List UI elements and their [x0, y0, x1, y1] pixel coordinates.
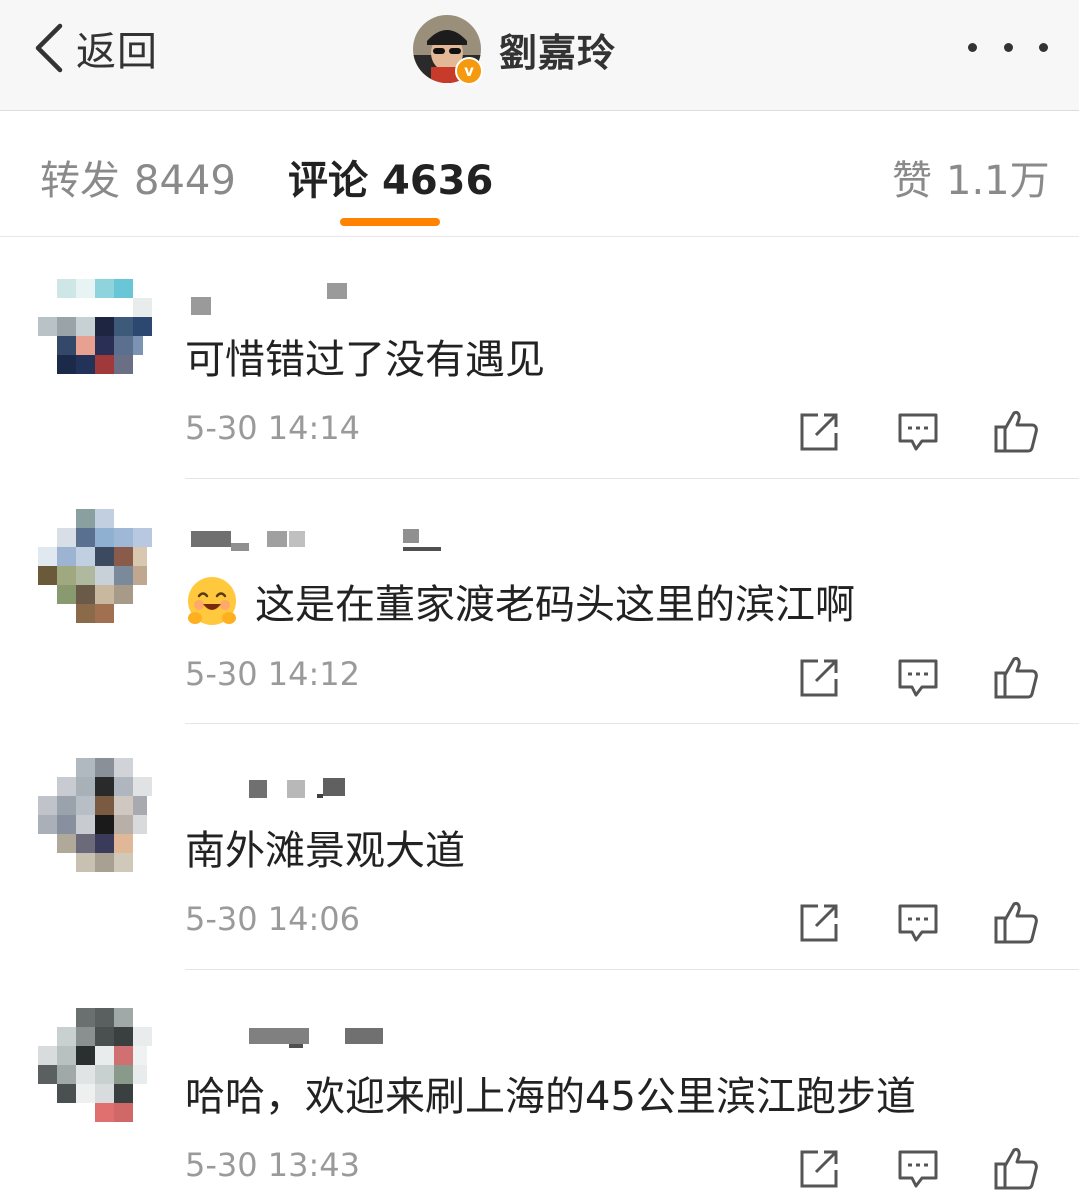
smiling-hug-emoji [188, 577, 236, 625]
like-button[interactable] [992, 407, 1040, 455]
profile-header[interactable]: v 劉嘉玲 [413, 14, 616, 85]
top-nav-bar: 返回 v 劉嘉玲 [0, 0, 1079, 111]
tab-comment-count: 4636 [382, 158, 494, 204]
comment-item: 哈哈，欢迎来刷上海的45公里滨江跑步道 5-30 13:43 [0, 970, 1079, 1193]
avatar[interactable] [38, 1008, 154, 1124]
comment-time: 5-30 14:14 [185, 409, 361, 447]
tab-repost[interactable]: 转发 8449 [40, 148, 236, 206]
comment-icon [898, 413, 938, 451]
avatar[interactable] [38, 758, 154, 874]
tab-repost-count: 8449 [134, 158, 236, 204]
comment-time: 5-30 13:43 [185, 1146, 361, 1184]
back-button[interactable]: 返回 [30, 18, 158, 78]
share-button[interactable] [796, 898, 844, 946]
tab-like-label: 赞 [892, 158, 932, 204]
reply-button[interactable] [894, 407, 942, 455]
reply-button[interactable] [894, 1144, 942, 1192]
comment-actions [796, 653, 1046, 701]
share-icon [800, 1150, 838, 1188]
comment-text: 哈哈，欢迎来刷上海的45公里滨江跑步道 [185, 1074, 916, 1120]
share-icon [800, 413, 838, 451]
more-dots-icon [968, 42, 977, 52]
share-icon [800, 904, 838, 942]
thumbs-up-icon [994, 411, 1038, 453]
like-button[interactable] [992, 1144, 1040, 1192]
comment-actions [796, 407, 1046, 455]
like-button[interactable] [992, 898, 1040, 946]
username-blurred[interactable] [185, 525, 485, 561]
username-blurred[interactable] [185, 774, 485, 810]
reply-button[interactable] [894, 898, 942, 946]
comment-actions [796, 1144, 1046, 1192]
active-tab-indicator [340, 218, 440, 226]
share-button[interactable] [796, 1144, 844, 1192]
comment-time: 5-30 14:06 [185, 900, 361, 938]
comment-time: 5-30 14:12 [185, 655, 361, 693]
back-label: 返回 [76, 29, 158, 75]
chevron-left-icon [35, 23, 63, 73]
comment-item: 可惜错过了没有遇见 5-30 14:14 [0, 237, 1079, 479]
comment-item: 这是在董家渡老码头这里的滨江啊 5-30 14:12 [0, 479, 1079, 724]
username-blurred[interactable] [185, 1024, 485, 1060]
avatar[interactable] [38, 279, 154, 395]
tab-comment-label: 评论 [288, 158, 368, 204]
avatar[interactable]: v [413, 15, 483, 85]
share-icon [800, 659, 838, 697]
tab-like-count: 1.1万 [946, 158, 1050, 204]
tab-comment[interactable]: 评论 4636 [288, 148, 493, 206]
more-options-button[interactable] [968, 30, 1048, 64]
comment-icon [898, 904, 938, 942]
avatar[interactable] [38, 509, 154, 625]
tab-repost-label: 转发 [40, 158, 120, 204]
thumbs-up-icon [994, 902, 1038, 944]
share-button[interactable] [796, 407, 844, 455]
profile-name[interactable]: 劉嘉玲 [499, 22, 616, 77]
like-button[interactable] [992, 653, 1040, 701]
comment-item: 南外滩景观大道 5-30 14:06 [0, 724, 1079, 970]
comment-icon [898, 659, 938, 697]
tab-bar: 转发 8449 评论 4636 赞 1.1万 [0, 110, 1079, 237]
comment-text: 这是在董家渡老码头这里的滨江啊 [185, 573, 855, 629]
thumbs-up-icon [994, 1148, 1038, 1190]
share-button[interactable] [796, 653, 844, 701]
comment-actions [796, 898, 1046, 946]
verified-badge: v [455, 57, 483, 85]
tab-like[interactable]: 赞 1.1万 [892, 148, 1050, 206]
comment-text: 可惜错过了没有遇见 [185, 337, 545, 383]
comment-icon [898, 1150, 938, 1188]
reply-button[interactable] [894, 653, 942, 701]
username-blurred[interactable] [185, 283, 485, 319]
comment-text: 南外滩景观大道 [185, 828, 465, 874]
thumbs-up-icon [994, 657, 1038, 699]
